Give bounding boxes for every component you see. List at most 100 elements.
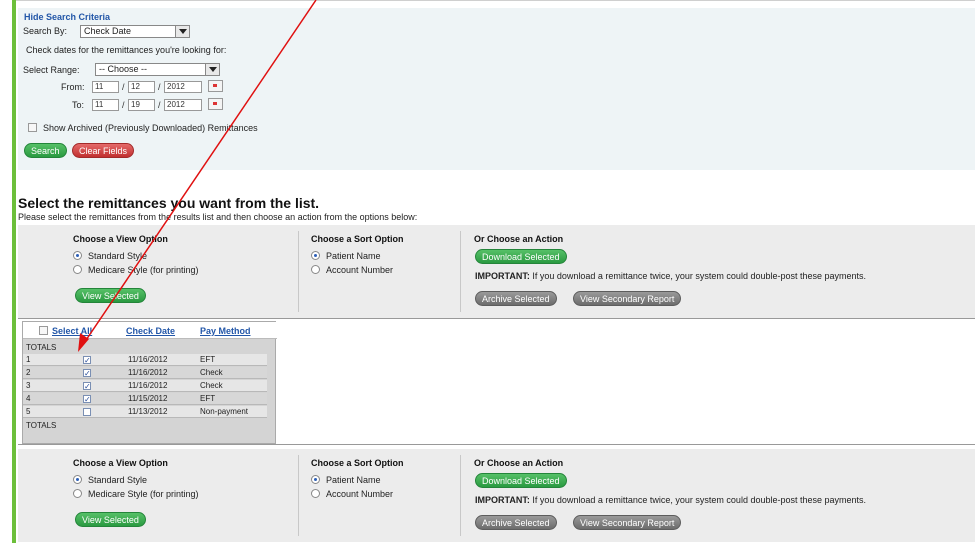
results-table: Select All Check Date Pay Method TOTALS … xyxy=(22,321,277,444)
standard-style-radio[interactable] xyxy=(73,251,82,260)
to-day-field[interactable]: 19 xyxy=(128,99,155,111)
from-year-field[interactable]: 2012 xyxy=(164,81,202,93)
from-month-field[interactable]: 11 xyxy=(92,81,119,93)
row-number: 3 xyxy=(26,381,31,390)
download-selected-button[interactable]: Download Selected xyxy=(475,249,567,264)
select-all-checkbox[interactable] xyxy=(39,326,48,335)
row-checkbox-checked[interactable]: ✓ xyxy=(83,356,91,365)
clear-fields-button[interactable]: Clear Fields xyxy=(72,143,135,158)
search-by-label: Search By: xyxy=(23,26,68,36)
important-warning: IMPORTANT: If you download a remittance … xyxy=(475,271,866,281)
row-check-date: 11/16/2012 xyxy=(128,368,168,377)
section-title: Select the remittances you want from the… xyxy=(18,195,320,211)
to-month-field[interactable]: 11 xyxy=(92,99,119,111)
row-check-date: 11/16/2012 xyxy=(128,355,168,364)
view-secondary-report-button[interactable]: View Secondary Report xyxy=(573,291,682,306)
search-button[interactable]: Search xyxy=(24,143,67,158)
row-number: 5 xyxy=(26,407,31,416)
medicare-style-radio[interactable] xyxy=(73,489,82,498)
row-checkbox-unchecked[interactable] xyxy=(83,408,91,416)
table-row[interactable]: 1 ✓ 11/16/2012 EFT xyxy=(23,354,267,366)
download-selected-button[interactable]: Download Selected xyxy=(475,473,567,488)
table-row[interactable]: 5 11/13/2012 Non-payment xyxy=(23,406,267,418)
show-archived-checkbox[interactable] xyxy=(28,123,37,132)
medicare-style-radio[interactable] xyxy=(73,265,82,274)
view-option-heading: Choose a View Option xyxy=(73,458,168,468)
row-check-date: 11/15/2012 xyxy=(128,394,168,403)
section-subtitle: Please select the remittances from the r… xyxy=(18,212,418,222)
view-selected-button[interactable]: View Selected xyxy=(75,288,146,303)
important-label: IMPORTANT: xyxy=(475,271,530,281)
archive-selected-button[interactable]: Archive Selected xyxy=(475,291,557,306)
row-check-date: 11/16/2012 xyxy=(128,381,168,390)
search-by-value: Check Date xyxy=(84,26,132,36)
from-day-field[interactable]: 12 xyxy=(128,81,155,93)
row-checkbox-checked[interactable]: ✓ xyxy=(83,369,91,378)
chevron-down-icon xyxy=(175,26,189,37)
patient-name-label: Patient Name xyxy=(326,475,381,485)
results-area: Select All Check Date Pay Method TOTALS … xyxy=(18,318,975,445)
date-separator: / xyxy=(158,100,161,110)
important-text: If you download a remittance twice, your… xyxy=(532,495,867,505)
column-divider xyxy=(460,455,461,536)
results-header: Select All Check Date Pay Method xyxy=(23,322,277,339)
select-all-link[interactable]: Select All xyxy=(52,326,92,336)
medicare-style-label: Medicare Style (for printing) xyxy=(88,265,199,275)
column-divider xyxy=(460,231,461,312)
select-range-label: Select Range: xyxy=(23,65,80,75)
standard-style-radio[interactable] xyxy=(73,475,82,484)
row-check-date: 11/13/2012 xyxy=(128,407,168,416)
view-selected-button[interactable]: View Selected xyxy=(75,512,146,527)
table-row[interactable]: 2 ✓ 11/16/2012 Check xyxy=(23,367,267,379)
row-checkbox-checked[interactable]: ✓ xyxy=(83,395,91,404)
calendar-icon[interactable] xyxy=(208,80,223,92)
row-pay-method: Check xyxy=(200,381,223,390)
left-accent-bar xyxy=(12,0,16,543)
check-dates-instructions: Check dates for the remittances you're l… xyxy=(26,45,227,55)
account-number-radio[interactable] xyxy=(311,265,320,274)
medicare-style-label: Medicare Style (for printing) xyxy=(88,489,199,499)
row-pay-method: EFT xyxy=(200,355,216,364)
select-range-select[interactable]: -- Choose -- xyxy=(95,63,220,76)
from-label: From: xyxy=(61,82,85,92)
hide-search-criteria-link[interactable]: Hide Search Criteria xyxy=(24,12,110,22)
patient-name-radio[interactable] xyxy=(311,251,320,260)
calendar-icon[interactable] xyxy=(208,98,223,110)
search-by-select[interactable]: Check Date xyxy=(80,25,190,38)
row-number: 4 xyxy=(26,394,31,403)
row-checkbox-checked[interactable]: ✓ xyxy=(83,382,91,391)
sort-option-heading: Choose a Sort Option xyxy=(311,234,404,244)
pay-method-column-header[interactable]: Pay Method xyxy=(200,326,251,336)
search-criteria-panel: Hide Search Criteria Search By: Check Da… xyxy=(18,8,975,170)
important-label: IMPORTANT: xyxy=(475,495,530,505)
patient-name-radio[interactable] xyxy=(311,475,320,484)
row-pay-method: Check xyxy=(200,368,223,377)
standard-style-label: Standard Style xyxy=(88,475,148,485)
table-row[interactable]: 3 ✓ 11/16/2012 Check xyxy=(23,380,267,392)
view-secondary-report-button[interactable]: View Secondary Report xyxy=(573,515,682,530)
date-separator: / xyxy=(158,82,161,92)
archive-selected-button[interactable]: Archive Selected xyxy=(475,515,557,530)
options-panel-top: Choose a View Option Standard Style Medi… xyxy=(18,225,975,318)
account-number-label: Account Number xyxy=(326,265,394,275)
account-number-radio[interactable] xyxy=(311,489,320,498)
column-divider xyxy=(298,455,299,536)
totals-row-bottom: TOTALS xyxy=(26,421,57,430)
action-heading: Or Choose an Action xyxy=(474,234,564,244)
important-text: If you download a remittance twice, your… xyxy=(532,271,867,281)
row-number: 1 xyxy=(26,355,31,364)
date-separator: / xyxy=(122,100,125,110)
show-archived-label: Show Archived (Previously Downloaded) Re… xyxy=(43,123,258,133)
row-pay-method: EFT xyxy=(200,394,216,403)
select-range-value: -- Choose -- xyxy=(99,64,148,74)
column-divider xyxy=(298,231,299,312)
to-year-field[interactable]: 2012 xyxy=(164,99,202,111)
standard-style-label: Standard Style xyxy=(88,251,148,261)
chevron-down-icon xyxy=(205,64,219,75)
important-warning: IMPORTANT: If you download a remittance … xyxy=(475,495,866,505)
table-row[interactable]: 4 ✓ 11/15/2012 EFT xyxy=(23,393,267,405)
date-separator: / xyxy=(122,82,125,92)
account-number-label: Account Number xyxy=(326,489,394,499)
check-date-column-header[interactable]: Check Date xyxy=(126,326,175,336)
row-pay-method: Non-payment xyxy=(200,407,249,416)
